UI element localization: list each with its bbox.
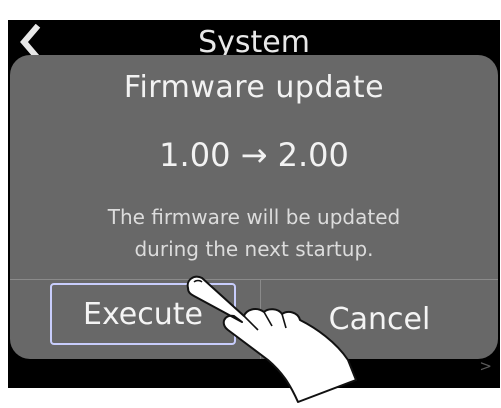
version-change-text: 1.00 → 2.00	[159, 136, 349, 174]
dialog-message-line-2: during the next startup.	[134, 237, 374, 261]
dialog-message: The firmware will be updated during the …	[10, 201, 498, 265]
dialog-title: Firmware update	[123, 70, 385, 105]
dialog-message-line-1: The firmware will be updated	[107, 205, 401, 229]
next-page-indicator: >	[479, 357, 492, 375]
tapping-hand-icon	[186, 275, 357, 403]
execute-button-label: Execute	[83, 296, 203, 332]
